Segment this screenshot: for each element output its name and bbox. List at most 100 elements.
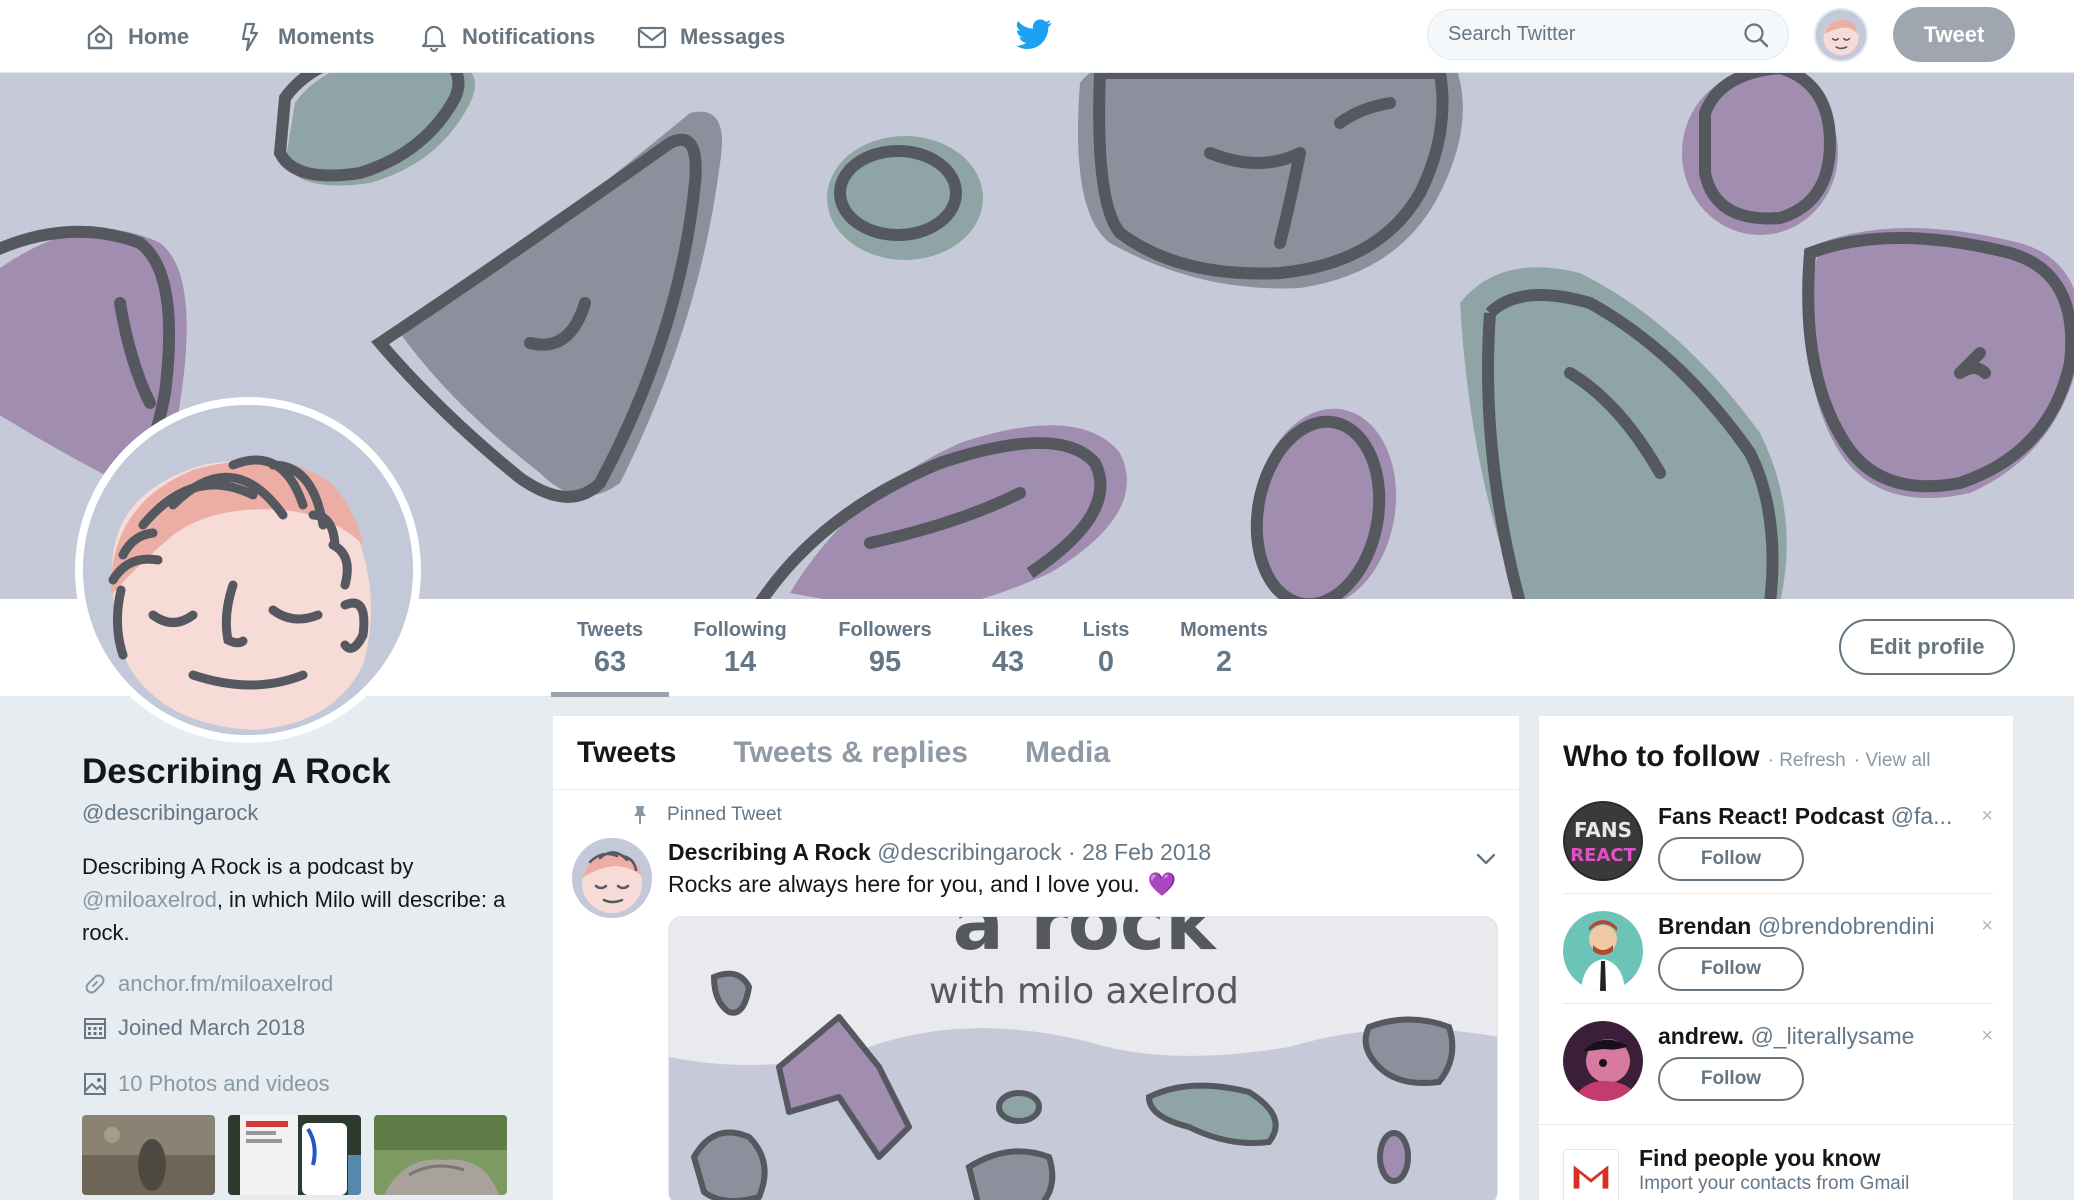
nav-home-label: Home <box>128 23 190 49</box>
timeline-tabs: Tweets Tweets & replies Media <box>553 716 1519 790</box>
photos-and-videos[interactable]: 10 Photos and videos <box>82 1071 522 1097</box>
stat-tweets[interactable]: Tweets 63 <box>551 599 669 697</box>
website-link[interactable]: anchor.fm/miloaxelrod <box>118 971 333 997</box>
stat-label: Lists <box>1082 619 1130 641</box>
rock-face-avatar-icon <box>83 405 413 735</box>
find-people-subtitle: Import your contacts from Gmail <box>1639 1173 1910 1194</box>
chevron-down-icon[interactable] <box>1473 846 1499 872</box>
dismiss-icon[interactable]: × <box>1981 915 1993 938</box>
suggestion-name[interactable]: Brendan @brendobrendini <box>1658 913 1958 940</box>
profile-bio: Describing A Rock is a podcast by @miloa… <box>82 850 522 949</box>
stat-moments[interactable]: Moments 2 <box>1176 599 1272 697</box>
photo-thumbnail[interactable] <box>228 1115 361 1195</box>
suggestion-avatar[interactable]: FANS REACT <box>1563 801 1643 881</box>
tweet-date[interactable]: · 28 Feb 2018 <box>1068 839 1211 865</box>
tab-tweets-replies[interactable]: Tweets & replies <box>733 736 968 770</box>
stat-value: 14 <box>723 646 757 678</box>
tweet-author-avatar[interactable] <box>572 838 652 918</box>
who-to-follow-header: Who to follow · Refresh · View all <box>1563 740 1930 774</box>
suggestion-name[interactable]: Fans React! Podcast @fa... <box>1658 803 1958 830</box>
follow-button[interactable]: Follow <box>1658 947 1804 991</box>
divider <box>1563 1003 1993 1004</box>
account-avatar[interactable] <box>1814 8 1868 62</box>
calendar-icon <box>84 1018 106 1039</box>
profile-name[interactable]: Describing A Rock <box>82 752 522 792</box>
profile-website[interactable]: anchor.fm/miloaxelrod <box>82 971 522 997</box>
tweet-media[interactable]: a rock with milo axelrod <box>668 916 1498 1200</box>
envelope-icon <box>637 26 667 48</box>
tweet-text: Rocks are always here for you, and I lov… <box>668 871 1176 898</box>
suggestion-avatar[interactable] <box>1563 911 1643 991</box>
stat-value: 63 <box>593 646 627 678</box>
nav-moments-label: Moments <box>278 23 375 49</box>
suggestion-name[interactable]: andrew. @_literallysame <box>1658 1023 1958 1050</box>
who-to-follow-title: Who to follow <box>1563 740 1760 773</box>
dismiss-icon[interactable]: × <box>1981 1025 1993 1048</box>
search-input[interactable] <box>1448 23 1742 46</box>
nav-messages[interactable]: Messages <box>636 0 785 73</box>
stat-lists[interactable]: Lists 0 <box>1080 599 1132 697</box>
tab-tweets[interactable]: Tweets <box>577 736 676 770</box>
stat-label: Followers <box>838 619 932 641</box>
svg-text:REACT: REACT <box>1570 845 1636 866</box>
view-all-link[interactable]: · View all <box>1854 750 1931 772</box>
cover-subtitle: with milo axelrod <box>929 971 1239 1012</box>
lightning-icon <box>241 22 259 51</box>
purple-heart-icon: 💜 <box>1147 871 1177 897</box>
timeline: Tweets Tweets & replies Media Pinned Twe… <box>553 716 1519 1200</box>
suggestion-item: andrew. @_literallysame × Follow <box>1563 1021 1993 1131</box>
gmail-icon <box>1563 1149 1619 1200</box>
pinned-text: Pinned Tweet <box>667 804 782 825</box>
pin-icon <box>634 806 646 824</box>
tab-media[interactable]: Media <box>1025 736 1110 770</box>
link-icon <box>85 974 105 994</box>
tweet-text-body: Rocks are always here for you, and I lov… <box>668 871 1140 897</box>
stat-label: Following <box>693 619 787 641</box>
stat-followers[interactable]: Followers 95 <box>833 599 937 697</box>
divider <box>1563 893 1993 894</box>
tweet-author-name[interactable]: Describing A Rock <box>668 839 871 865</box>
refresh-link[interactable]: · Refresh <box>1768 750 1846 772</box>
photo-thumbnail[interactable] <box>374 1115 507 1195</box>
stat-label: Moments <box>1180 619 1268 641</box>
suggestion-item: FANS REACT Fans React! Podcast @fa... × F… <box>1563 801 1993 911</box>
photo-thumbnails <box>82 1115 522 1195</box>
suggestion-item: Brendan @brendobrendini × Follow <box>1563 911 1993 1021</box>
search-box[interactable] <box>1427 9 1789 60</box>
twitter-bird-icon[interactable] <box>1016 16 1052 52</box>
joined-date: Joined March 2018 <box>118 1015 306 1040</box>
profile-avatar[interactable] <box>75 397 421 743</box>
nav-home[interactable]: Home <box>84 0 189 73</box>
profile-handle[interactable]: @describingarock <box>82 800 522 826</box>
follow-button[interactable]: Follow <box>1658 1057 1804 1101</box>
follow-button[interactable]: Follow <box>1658 837 1804 881</box>
bio-mention-link[interactable]: @miloaxelrod <box>82 887 217 912</box>
find-people-title[interactable]: Find people you know <box>1639 1145 1881 1172</box>
stat-likes[interactable]: Likes 43 <box>977 599 1039 697</box>
cover-title: a rock <box>952 917 1216 967</box>
stat-value: 43 <box>991 646 1025 678</box>
photo-thumbnail[interactable] <box>82 1115 215 1195</box>
bell-icon <box>421 25 447 52</box>
stat-following[interactable]: Following 14 <box>688 599 792 697</box>
nav-moments[interactable]: Moments <box>234 0 375 73</box>
home-icon <box>87 24 113 49</box>
stat-value: 0 <box>1097 646 1115 678</box>
nav-notifications-label: Notifications <box>462 23 596 49</box>
search-icon[interactable] <box>1742 21 1770 49</box>
suggestion-avatar[interactable] <box>1563 1021 1643 1101</box>
tweet-author-handle[interactable]: @describingarock <box>877 839 1061 865</box>
svg-text:FANS: FANS <box>1574 818 1632 842</box>
stat-label: Likes <box>982 619 1034 641</box>
photos-count[interactable]: 10 Photos and videos <box>118 1071 330 1097</box>
stat-label: Tweets <box>576 619 644 641</box>
podcast-cover-art: a rock with milo axelrod <box>669 917 1497 1200</box>
pinned-tweet-label: Pinned Tweet <box>629 804 782 826</box>
profile-header-card: Describing A Rock @describingarock Descr… <box>82 752 522 1195</box>
find-people[interactable]: Find people you know Import your contact… <box>1539 1124 2013 1200</box>
dismiss-icon[interactable]: × <box>1981 805 1993 828</box>
nav-notifications[interactable]: Notifications <box>418 0 595 73</box>
edit-profile-button[interactable]: Edit profile <box>1839 619 2015 675</box>
stat-value: 95 <box>868 646 902 678</box>
tweet-button[interactable]: Tweet <box>1893 7 2015 62</box>
